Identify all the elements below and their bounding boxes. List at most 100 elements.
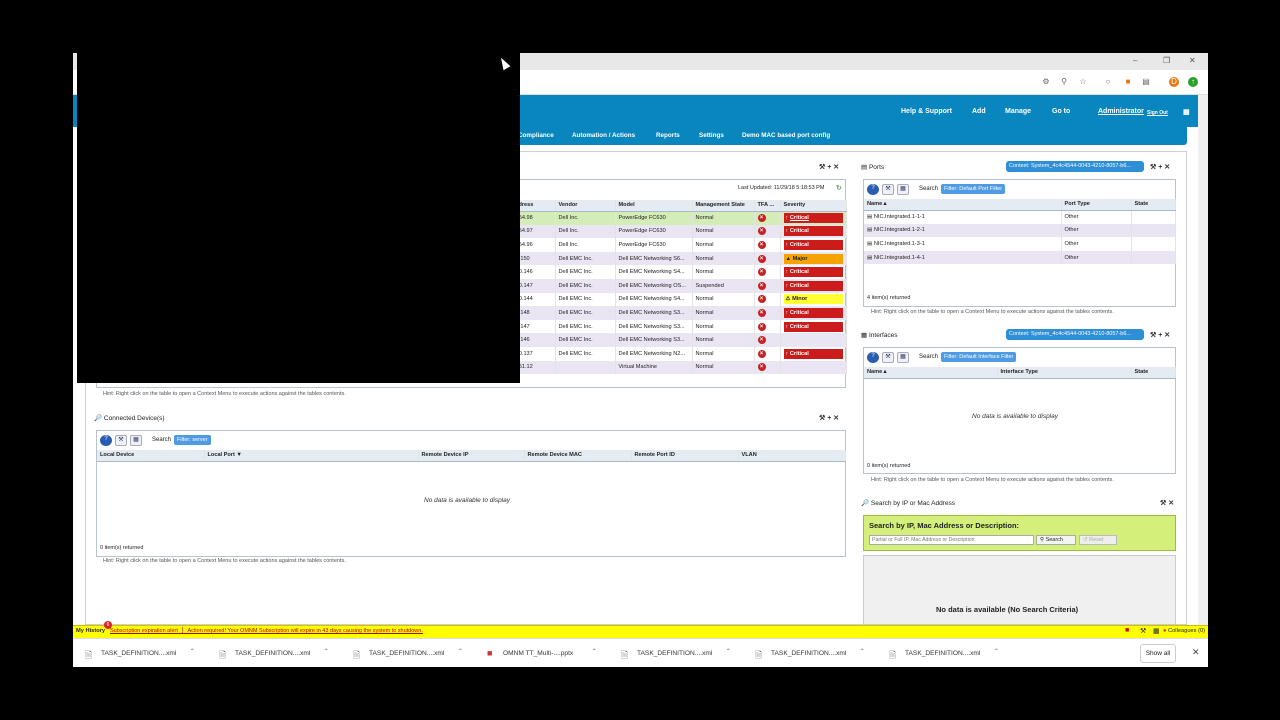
filter-button[interactable]: Filter: Default Port Filter [941,184,1006,194]
chevron-up-icon[interactable]: ˆ [325,648,328,657]
col-vendor[interactable]: Vendor [555,200,616,212]
sign-out-link[interactable]: Sign Out [1147,110,1168,116]
table-row[interactable]: 3.30.147 Dell EMC Inc. Dell EMC Networking… [508,278,847,293]
manage-menu[interactable]: Manage [1005,108,1031,115]
columns-icon[interactable]: ▦ [897,184,909,195]
refresh-icon[interactable]: ↻ [836,184,842,192]
page-scrollbar[interactable] [1198,95,1208,625]
close-download-bar-icon[interactable]: ✕ [1192,647,1200,658]
filter-button[interactable]: Filter: server [174,435,211,445]
nav-compliance[interactable]: Compliance [518,132,554,139]
col-vlan[interactable]: VLAN [738,450,846,462]
header-tools-icon[interactable]: ▦ [1183,108,1190,116]
reset-button[interactable]: ↺ Reset [1079,535,1117,545]
search-label[interactable]: Search [152,437,171,443]
devices-table[interactable]: Address Vendor Model Management State TF… [508,200,847,375]
search-ip-input[interactable] [869,535,1034,545]
alarm-icon[interactable]: ■ [1125,627,1129,634]
ports-table[interactable]: Name▲ Port Type State ▤ NIC.Integrated.1… [864,199,1176,265]
columns-icon[interactable]: ▦ [897,352,909,363]
download-item[interactable]: TASK_DEFINITION....xml [369,650,444,657]
download-item[interactable]: TASK_DEFINITION....xml [771,650,846,657]
col-state[interactable]: State [1131,367,1176,379]
chevron-up-icon[interactable]: ˆ [727,648,730,657]
table-row[interactable]: 3.30.137 Dell EMC Inc. Dell EMC Networking… [508,346,847,361]
columns-icon[interactable]: ▦ [130,435,142,446]
col-name[interactable]: Name▲ [864,367,998,379]
extension-orange-icon[interactable]: ■ [1123,77,1133,87]
search-panel-tools-icon[interactable]: ⚒ ✕ [1160,499,1174,507]
chevron-up-icon[interactable]: ˆ [995,648,998,657]
restore-icon[interactable]: ❐ [1163,56,1170,65]
nav-reports[interactable]: Reports [656,132,680,139]
nav-automation-actions[interactable]: Automation / Actions [572,132,635,139]
table-row[interactable]: 5.6.147 Dell EMC Inc. Dell EMC Networking … [508,319,847,334]
wrench-icon[interactable]: ⚒ [882,184,894,195]
ports-panel-tools-icon[interactable]: ⚒ + ✕ [1150,163,1170,171]
table-row[interactable]: 58.51.12 Virtual Machine Normal × [508,360,847,375]
goto-menu[interactable]: Go to [1052,108,1070,115]
colleagues-button[interactable]: ● Colleagues (0) [1163,628,1205,634]
download-item[interactable]: TASK_DEFINITION....xml [905,650,980,657]
interfaces-panel-tools-icon[interactable]: ⚒ + ✕ [1150,331,1170,339]
update-icon[interactable]: ↑ [1188,77,1198,87]
download-item[interactable]: TASK_DEFINITION....xml [101,650,176,657]
interfaces-table[interactable]: Name▲ Interface Type State [864,367,1176,379]
col-local-port[interactable]: Local Port ▼ [204,450,419,462]
extension-circle-icon[interactable]: ○ [1103,77,1113,87]
devices-panel-tools-icon[interactable]: ⚒ + ✕ [819,163,839,171]
zoom-icon[interactable]: ⚲ [1059,77,1069,87]
chevron-up-icon[interactable]: ˆ [861,648,864,657]
table-row[interactable]: ▤ NIC.Integrated.1-3-1 Other [864,237,1176,251]
table-row[interactable]: 5.6.146 Dell EMC Inc. Dell EMC Networking … [508,333,847,347]
add-menu[interactable]: Add [972,108,986,115]
download-item[interactable]: TASK_DEFINITION....xml [235,650,310,657]
nav-settings[interactable]: Settings [699,132,724,139]
ports-context-badge[interactable]: Context: System_4c4c4544-0043-4210-8057-… [1006,161,1144,172]
col-port-type[interactable]: Port Type [1061,199,1132,211]
col-tfa[interactable]: TFA ... [754,200,781,212]
table-row[interactable]: 3.30.144 Dell EMC Inc. Dell EMC Networking… [508,292,847,307]
filter-button[interactable]: Filter: Default Interface Filter [941,352,1017,362]
chevron-up-icon[interactable]: ˆ [459,648,462,657]
nav-demo-mac-port-config[interactable]: Demo MAC based port config [742,132,830,139]
col-management-state[interactable]: Management State [692,200,755,212]
profile-avatar-icon[interactable]: D [1169,77,1179,87]
close-window-icon[interactable]: ✕ [1189,56,1196,65]
help-icon[interactable]: ? [867,352,879,363]
show-all-button[interactable]: Show all [1140,644,1176,663]
search-label[interactable]: Search [919,186,938,192]
download-item[interactable]: TASK_DEFINITION....xml [637,650,712,657]
connected-devices-table[interactable]: Local Device Local Port ▼ Remote Device … [97,450,846,462]
table-row[interactable]: 58.54.97 Dell Inc. PowerEdge FC630 Normal × ↑… [508,224,847,239]
my-history-button[interactable]: My History [76,628,105,634]
tool-icon[interactable]: ⚒ [1140,627,1146,635]
download-item[interactable]: OMNM TT_Multi-....pptx [503,650,573,657]
col-model[interactable]: Model [615,200,693,212]
col-interface-type[interactable]: Interface Type [997,367,1132,379]
help-icon[interactable]: ? [100,435,112,446]
subscription-alert[interactable]: Subscription expiration alert ❗ Action r… [110,628,423,634]
table-row[interactable]: 58.54.96 Dell Inc. PowerEdge FC630 Normal × ↑… [508,238,847,252]
connected-panel-tools-icon[interactable]: ⚒ + ✕ [819,414,839,422]
search-label[interactable]: Search [919,354,938,360]
table-row[interactable]: 3.30.146 Dell EMC Inc. Dell EMC Networking… [508,265,847,279]
table-row[interactable]: ▤ NIC.Integrated.1-4-1 Other [864,250,1176,265]
chevron-up-icon[interactable]: ˆ [191,648,194,657]
help-support-menu[interactable]: Help & Support [901,108,952,115]
col-remote-port-id[interactable]: Remote Port ID [631,450,739,462]
wrench-icon[interactable]: ⚒ [882,352,894,363]
minimize-icon[interactable]: – [1133,56,1137,65]
user-menu[interactable]: Administrator [1098,108,1144,115]
bookmark-star-icon[interactable]: ☆ [1078,77,1088,87]
extension-doc-icon[interactable]: ▤ [1141,77,1151,87]
wrench-icon[interactable]: ⚒ [115,435,127,446]
extension-icon[interactable]: ⚙ [1041,77,1051,87]
grid-icon[interactable]: ▦ [1153,627,1160,635]
table-row[interactable]: 5.6.150 Dell EMC Inc. Dell EMC Networking … [508,251,847,266]
table-row[interactable]: 58.54.98 Dell Inc. PowerEdge FC630 Normal × ↑… [508,211,847,225]
chevron-up-icon[interactable]: ˆ [593,648,596,657]
table-row[interactable]: 5.6.148 Dell EMC Inc. Dell EMC Networking … [508,306,847,320]
col-remote-device-ip[interactable]: Remote Device IP [418,450,525,462]
table-row[interactable]: ▤ NIC.Integrated.1-2-1 Other [864,223,1176,238]
